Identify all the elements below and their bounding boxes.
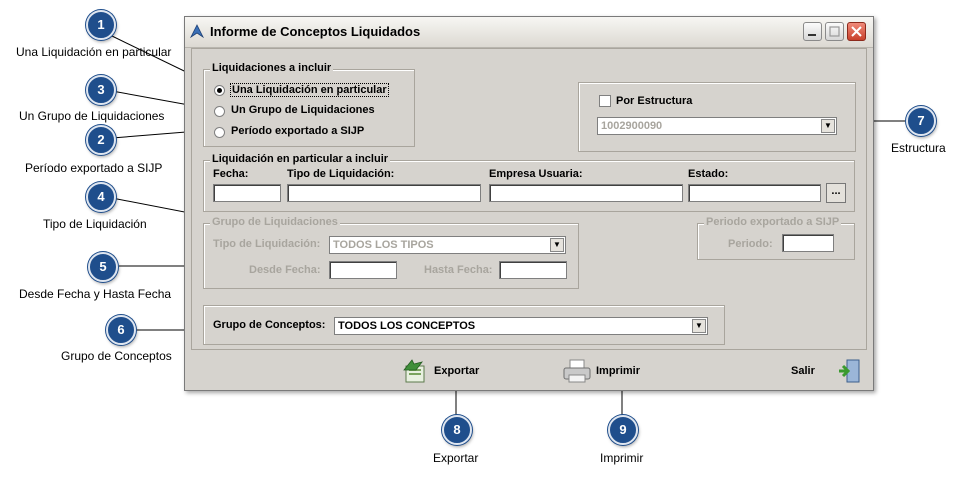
radio-grupo-liquidaciones-label[interactable]: Un Grupo de Liquidaciones [231,104,375,116]
salir-button[interactable]: Salir [791,358,861,384]
app-icon [190,24,204,38]
particular-legend: Liquidación en particular a incluir [210,153,391,165]
grupo-liquidaciones-legend: Grupo de Liquidaciones [210,216,340,228]
close-icon [851,26,862,37]
export-icon [403,359,425,383]
fecha-label: Fecha: [213,168,249,180]
callout-caption-5: Desde Fecha y Hasta Fecha [19,287,172,301]
report-window: Informe de Conceptos Liquidados Liquidac… [184,16,874,391]
callout-badge-7: 7 [906,106,936,136]
callout-caption-3: Un Grupo de Liquidaciones [19,109,165,123]
empresa-usuaria-label: Empresa Usuaria: [489,168,583,180]
liquidaciones-legend: Liquidaciones a incluir [210,62,334,74]
estado-input[interactable] [688,184,821,202]
grupo-conceptos-select[interactable]: TODOS LOS CONCEPTOS ▼ [334,317,708,335]
radio-grupo-liquidaciones[interactable] [214,106,225,117]
callout-badge-4: 4 [86,182,116,212]
minimize-icon [808,34,816,36]
callout-badge-5: 5 [88,252,118,282]
content-panel: Liquidaciones a incluir Una Liquidación … [191,48,867,350]
grupo-conceptos-value: TODOS LOS CONCEPTOS [338,320,476,332]
imprimir-label: Imprimir [596,365,641,377]
radio-una-liquidacion[interactable] [214,85,225,96]
callout-badge-1: 1 [86,10,116,40]
exportar-label: Exportar [434,365,480,377]
exportar-button[interactable]: Exportar [402,358,482,384]
periodo-sijp-group: Periodo exportado a SIJP Periodo: [697,216,855,260]
callout-caption-9: Imprimir [600,451,644,465]
radio-una-liquidacion-label[interactable]: Una Liquidación en particular [230,83,389,97]
callout-caption-6: Grupo de Conceptos [61,349,172,363]
grupo-conceptos-group: Grupo de Conceptos: TODOS LOS CONCEPTOS … [203,305,725,345]
chevron-down-icon[interactable]: ▼ [550,238,564,252]
printer-icon [563,359,591,383]
estructura-select[interactable]: 1002900090 ▼ [597,117,837,135]
fecha-input[interactable] [213,184,281,202]
callout-badge-8: 8 [442,415,472,445]
liquidaciones-group: Liquidaciones a incluir Una Liquidación … [203,62,415,147]
empresa-usuaria-input[interactable] [489,184,683,202]
callout-badge-2: 2 [86,125,116,155]
callout-badge-3: 3 [86,75,116,105]
callout-caption-7: Estructura [891,141,946,155]
estructura-group: Por Estructura 1002900090 ▼ [578,82,856,152]
maximize-icon [829,26,840,37]
periodo-input[interactable] [782,234,834,252]
chevron-down-icon[interactable]: ▼ [692,319,706,333]
callout-caption-2: Período exportado a SIJP [25,161,163,175]
tipo-liquidacion-input[interactable] [287,184,481,202]
grupo-tipo-liquidacion-select[interactable]: TODOS LOS TIPOS ▼ [329,236,566,254]
estructura-value: 1002900090 [601,120,663,132]
salir-label: Salir [791,365,815,377]
close-button[interactable] [847,22,866,41]
particular-group: Liquidación en particular a incluir Fech… [203,153,855,212]
grupo-liquidaciones-group: Grupo de Liquidaciones Tipo de Liquidaci… [203,216,579,289]
hasta-fecha-label: Hasta Fecha: [424,264,493,276]
grupo-conceptos-label: Grupo de Conceptos: [213,319,326,331]
desde-fecha-label: Desde Fecha: [249,264,321,276]
radio-periodo-sijp-label[interactable]: Período exportado a SIJP [231,125,364,137]
grupo-tipo-liquidacion-value: TODOS LOS TIPOS [333,239,434,251]
grupo-tipo-liquidacion-label: Tipo de Liquidación: [213,238,321,250]
minimize-button[interactable] [803,22,822,41]
maximize-button[interactable] [825,22,844,41]
desde-fecha-input[interactable] [329,261,397,279]
periodo-label: Periodo: [728,238,773,250]
exit-door-icon [839,359,860,383]
por-estructura-label[interactable]: Por Estructura [616,95,692,107]
por-estructura-checkbox[interactable] [599,95,611,107]
title-bar[interactable]: Informe de Conceptos Liquidados [185,17,873,48]
tipo-liquidacion-label: Tipo de Liquidación: [287,168,395,180]
callout-caption-1: Una Liquidación en particular [16,45,172,59]
radio-periodo-sijp[interactable] [214,127,225,138]
browse-button[interactable]: ... [826,183,846,203]
imprimir-button[interactable]: Imprimir [562,358,652,384]
callout-caption-4: Tipo de Liquidación [43,217,147,231]
hasta-fecha-input[interactable] [499,261,567,279]
callout-badge-6: 6 [106,315,136,345]
callout-badge-9: 9 [608,415,638,445]
estado-label: Estado: [688,168,729,180]
periodo-sijp-legend: Periodo exportado a SIJP [704,216,842,228]
callout-caption-8: Exportar [433,451,479,465]
chevron-down-icon[interactable]: ▼ [821,119,835,133]
window-title: Informe de Conceptos Liquidados [210,24,421,39]
